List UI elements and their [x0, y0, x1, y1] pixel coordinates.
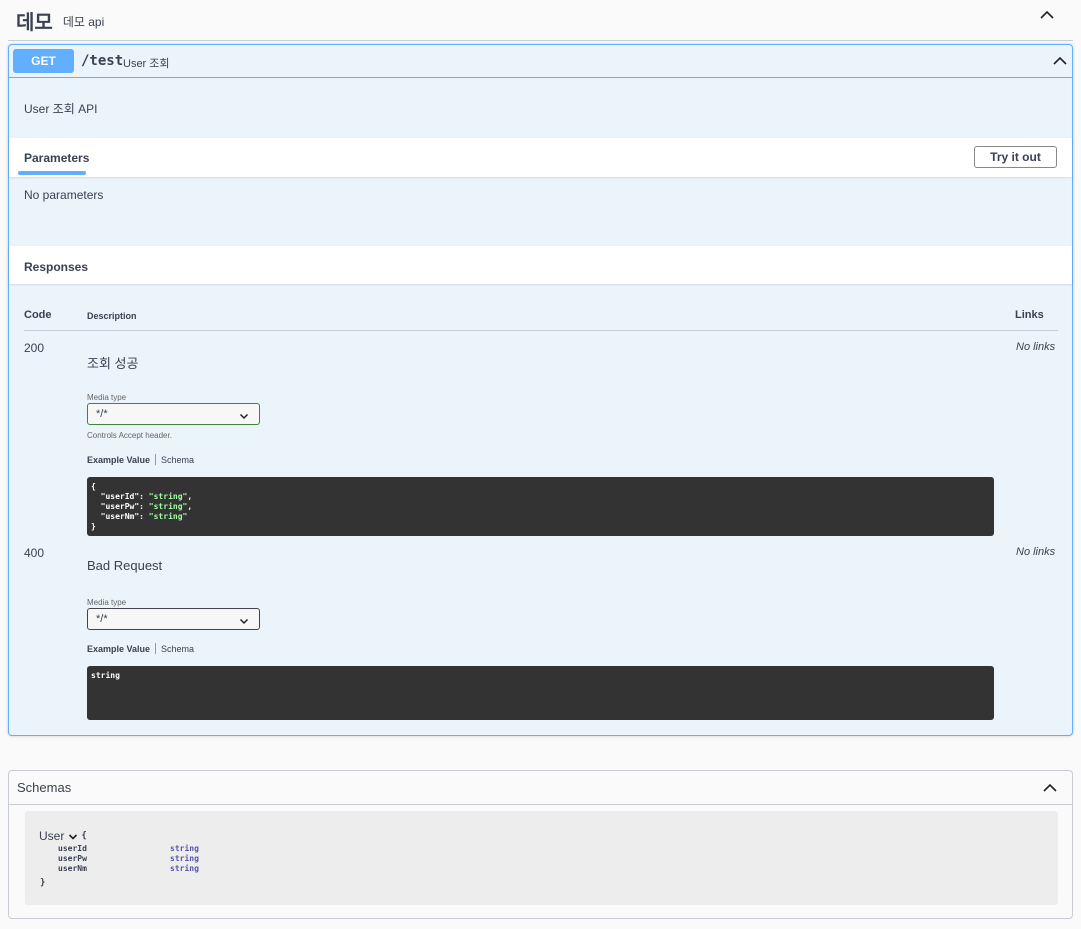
- tab-separator: [155, 643, 157, 654]
- code-key: "userId":: [91, 492, 149, 501]
- code-string: "string": [148, 492, 188, 501]
- code-key: "userPw":: [91, 502, 149, 511]
- tab-schema[interactable]: Schema: [161, 455, 194, 465]
- response-code: 400: [24, 546, 45, 560]
- model-close-brace: }: [40, 878, 46, 888]
- property-name: userPw: [58, 854, 87, 863]
- tag-header[interactable]: 데모 데모 api: [8, 0, 1073, 41]
- media-type-select[interactable]: */*: [87, 403, 260, 425]
- response-code: 200: [24, 341, 45, 355]
- code-punct: ,: [187, 502, 193, 511]
- chevron-up-icon[interactable]: [1039, 7, 1055, 23]
- operation-description: User 조회 API: [24, 102, 98, 116]
- swagger-page: 데모 데모 api GET /test User 조회 User 조회 API …: [0, 0, 1081, 929]
- code-line: string: [91, 671, 120, 680]
- chevron-down-icon[interactable]: [68, 831, 78, 841]
- schemas-header[interactable]: Schemas: [9, 771, 1072, 805]
- column-header-description: Description: [87, 311, 137, 321]
- property-type: string: [170, 864, 199, 873]
- response-links: No links: [1016, 341, 1056, 353]
- example-code-block: { "userId": "string", "userPw": "string"…: [87, 477, 994, 536]
- code-line: {: [91, 482, 96, 491]
- tab-parameters[interactable]: Parameters: [24, 151, 89, 165]
- responses-header: Responses: [9, 246, 1072, 284]
- code-string: "string": [148, 512, 188, 521]
- model-open-brace: {: [81, 831, 87, 841]
- media-type-select[interactable]: */*: [87, 608, 260, 630]
- example-code-block: string: [87, 666, 994, 720]
- chevron-up-icon[interactable]: [1052, 53, 1068, 69]
- try-it-out-button[interactable]: Try it out: [974, 146, 1057, 168]
- column-header-code: Code: [24, 309, 52, 321]
- responses-title: Responses: [24, 260, 89, 274]
- chevron-down-icon: [239, 408, 249, 428]
- media-type-label: Media type: [87, 598, 127, 607]
- table-divider: [24, 330, 1058, 331]
- operation-summary-text: User 조회: [123, 58, 170, 70]
- tab-example-value[interactable]: Example Value: [87, 455, 150, 465]
- column-header-links: Links: [1015, 309, 1044, 321]
- response-links: No links: [1016, 546, 1056, 558]
- tab-separator: [155, 454, 157, 465]
- response-description: Bad Request: [87, 558, 163, 573]
- property-type: string: [170, 844, 199, 853]
- tab-active-indicator: [18, 171, 86, 175]
- tag-description: 데모 api: [62, 14, 105, 29]
- property-name: userId: [58, 844, 87, 853]
- tab-example-value[interactable]: Example Value: [87, 644, 150, 654]
- operation-summary[interactable]: GET /test User 조회: [9, 45, 1072, 78]
- parameters-header: Parameters Try it out: [9, 138, 1072, 177]
- no-parameters-text: No parameters: [24, 188, 104, 202]
- tab-schema[interactable]: Schema: [161, 644, 194, 654]
- model-box-user: User { userId string userPw string userN…: [25, 811, 1058, 905]
- example-tabs: Example Value Schema: [87, 454, 194, 465]
- property-type: string: [170, 854, 199, 863]
- chevron-up-icon[interactable]: [1042, 780, 1058, 796]
- code-string: "string": [148, 502, 188, 511]
- chevron-down-icon: [239, 613, 249, 633]
- media-type-value: */*: [96, 613, 108, 625]
- response-description: 조회 성공: [87, 356, 139, 371]
- schemas-title: Schemas: [17, 780, 72, 795]
- operation-path: /test: [81, 53, 124, 69]
- code-line: }: [91, 522, 96, 531]
- model-name: User: [39, 829, 65, 843]
- code-key: "userNm":: [91, 512, 149, 521]
- media-type-value: */*: [96, 408, 108, 420]
- tag-name: 데모: [16, 11, 53, 34]
- method-badge: GET: [13, 49, 74, 73]
- code-punct: ,: [187, 492, 193, 501]
- property-name: userNm: [58, 864, 87, 873]
- example-tabs: Example Value Schema: [87, 643, 194, 654]
- model-title[interactable]: User {: [39, 829, 87, 843]
- schemas-section: Schemas User { userId string userPw stri…: [8, 770, 1073, 919]
- controls-accept-text: Controls Accept header.: [87, 431, 172, 440]
- operation-block-get: GET /test User 조회 User 조회 API Parameters…: [8, 44, 1073, 736]
- media-type-label: Media type: [87, 393, 127, 402]
